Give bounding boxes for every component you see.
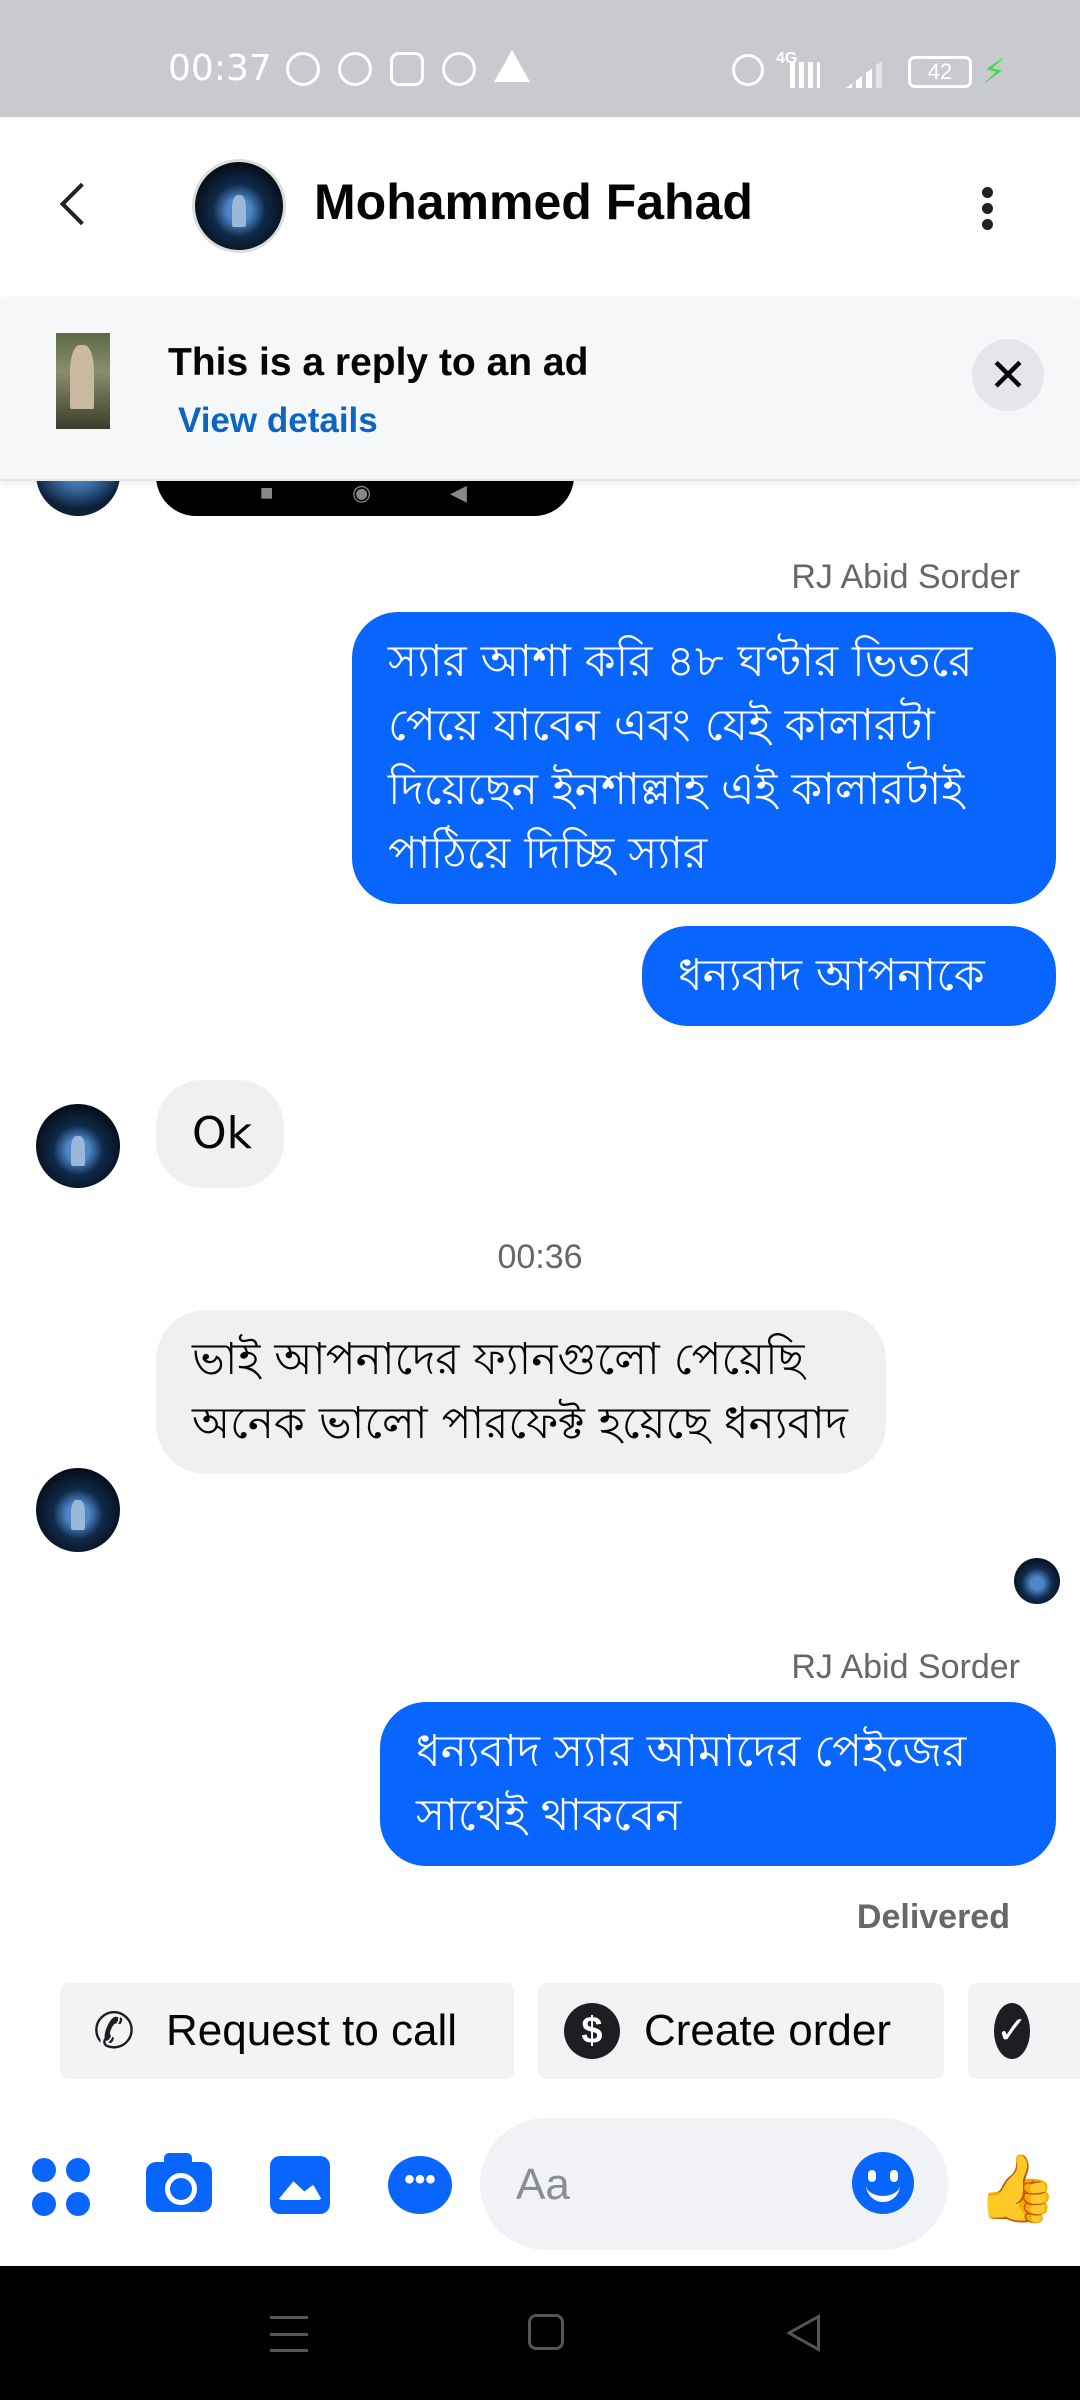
message-input-placeholder: Aa (516, 2160, 570, 2209)
system-back-icon[interactable] (786, 2314, 820, 2352)
message-timestamp: 00:36 (497, 1238, 583, 1276)
recents-icon[interactable] (270, 2316, 308, 2352)
instagram-notification-icon (390, 52, 424, 86)
checkmark-icon: ✓ (994, 2003, 1030, 2059)
incoming-message[interactable]: Ok (156, 1080, 284, 1188)
request-to-call-button[interactable]: ✆ Request to call (60, 1983, 514, 2079)
create-order-button[interactable]: $ Create order (538, 1983, 944, 2079)
close-icon[interactable]: ✕ (972, 339, 1044, 411)
outgoing-message[interactable]: ধন্যবাদ স্যার আমাদের পেইজের সাথেই থাকবেন (380, 1702, 1056, 1866)
media-notification-icon (286, 52, 320, 86)
thumbs-up-icon[interactable]: 👍 (976, 2150, 1058, 2228)
view-details-link[interactable]: View details (178, 401, 378, 441)
chat-header: Mohammed Fahad (0, 117, 1080, 297)
ad-reply-banner: This is a reply to an ad View details ✕ (0, 297, 1080, 481)
cell-signal-icon (846, 58, 886, 88)
more-actions-icon[interactable] (32, 2158, 90, 2216)
ad-thumbnail[interactable] (56, 333, 110, 429)
sender-name: RJ Abid Sorder (791, 558, 1020, 596)
outgoing-message[interactable]: ধন্যবাদ আপনাকে (642, 926, 1056, 1026)
contact-name[interactable]: Mohammed Fahad (314, 173, 753, 231)
youtube-notification-icon (338, 52, 372, 86)
battery-icon: 42 (908, 56, 972, 88)
message-input[interactable]: Aa (480, 2118, 948, 2250)
system-nav-bar (0, 2266, 1080, 2400)
alarm-icon (732, 54, 764, 86)
saved-replies-icon[interactable]: ••• (388, 2156, 452, 2214)
back-icon[interactable] (59, 182, 103, 226)
delivery-status: Delivered (856, 1898, 1010, 1936)
contact-avatar[interactable] (36, 1104, 120, 1188)
gallery-icon[interactable] (270, 2156, 330, 2214)
seen-avatar (1014, 1558, 1060, 1604)
camera-icon[interactable] (146, 2153, 212, 2212)
contact-avatar[interactable] (192, 159, 286, 253)
warning-icon (494, 50, 530, 82)
data-signal-icon (790, 62, 820, 88)
request-to-call-label: Request to call (166, 2006, 458, 2055)
outgoing-message[interactable]: স্যার আশা করি ৪৮ ঘণ্টার ভিতরে পেয়ে যাবে… (352, 612, 1056, 904)
facebook-notification-icon (442, 52, 476, 86)
quick-action-button[interactable]: ✓ (968, 1983, 1080, 2079)
phone-plus-icon: ✆ (93, 2003, 135, 2059)
sender-name: RJ Abid Sorder (791, 1648, 1020, 1686)
status-time: 00:37 (168, 48, 272, 89)
charging-icon: ⚡ (982, 53, 1006, 91)
home-icon[interactable] (528, 2314, 564, 2350)
contact-avatar[interactable] (36, 1468, 120, 1552)
incoming-message[interactable]: ভাই আপনাদের ফ্যানগুলো পেয়েছি অনেক ভালো … (156, 1310, 886, 1474)
emoji-icon[interactable] (852, 2152, 914, 2214)
more-options-icon[interactable] (982, 187, 996, 231)
dollar-icon: $ (564, 2003, 620, 2059)
create-order-label: Create order (644, 2006, 892, 2055)
ad-banner-title: This is a reply to an ad (168, 341, 589, 384)
status-bar: 00:37 4G 42 ⚡ (0, 0, 1080, 117)
